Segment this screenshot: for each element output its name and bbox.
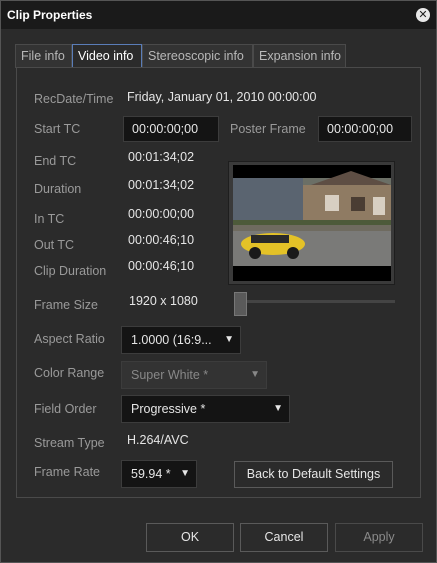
start-tc-field[interactable]: 00:00:00;00 bbox=[123, 116, 219, 142]
tab-expansion-info[interactable]: Expansion info bbox=[253, 44, 346, 68]
stream-type-value: H.264/AVC bbox=[127, 433, 189, 447]
frame-rate-value: 59.94 * bbox=[131, 467, 171, 481]
recdate-label: RecDate/Time bbox=[34, 92, 114, 106]
frame-rate-label: Frame Rate bbox=[34, 465, 100, 479]
clip-duration-label: Clip Duration bbox=[34, 264, 107, 278]
cancel-button[interactable]: Cancel bbox=[240, 523, 328, 552]
in-tc-value: 00:00:00;00 bbox=[128, 207, 195, 221]
chevron-down-icon: ▼ bbox=[224, 334, 234, 345]
end-tc-label: End TC bbox=[34, 154, 77, 168]
duration-label: Duration bbox=[34, 182, 82, 196]
thumbnail-slider-track[interactable] bbox=[234, 300, 395, 303]
title-bar[interactable]: Clip Properties ✕ bbox=[1, 1, 436, 29]
tab-file-info[interactable]: File info bbox=[15, 44, 72, 68]
frame-size-label: Frame Size bbox=[34, 298, 98, 312]
clip-thumbnail bbox=[228, 161, 395, 285]
chevron-down-icon: ▼ bbox=[180, 468, 190, 479]
color-range-label: Color Range bbox=[34, 366, 105, 380]
tab-stereoscopic-info[interactable]: Stereoscopic info bbox=[142, 44, 253, 68]
field-order-value: Progressive * bbox=[131, 402, 206, 416]
field-order-label: Field Order bbox=[34, 402, 97, 416]
dialog-title: Clip Properties bbox=[7, 8, 93, 22]
back-to-default-button[interactable]: Back to Default Settings bbox=[234, 461, 393, 488]
duration-value: 00:01:34;02 bbox=[128, 178, 195, 192]
aspect-ratio-value: 1.0000 (16:9... bbox=[131, 333, 212, 347]
thumbnail-image bbox=[233, 165, 391, 281]
clip-properties-dialog: Clip Properties ✕ File info Video info S… bbox=[0, 0, 437, 563]
recdate-value: Friday, January 01, 2010 00:00:00 bbox=[127, 90, 317, 104]
ok-button[interactable]: OK bbox=[146, 523, 234, 552]
poster-frame-field[interactable]: 00:00:00;00 bbox=[318, 116, 412, 142]
color-range-value: Super White * bbox=[131, 368, 209, 382]
close-icon[interactable]: ✕ bbox=[416, 8, 430, 22]
frame-rate-dropdown[interactable]: 59.94 * ▼ bbox=[121, 460, 197, 488]
clip-duration-value: 00:00:46;10 bbox=[128, 259, 195, 273]
start-tc-label: Start TC bbox=[34, 122, 81, 136]
poster-frame-label: Poster Frame bbox=[230, 122, 306, 136]
field-order-dropdown[interactable]: Progressive * ▼ bbox=[121, 395, 290, 423]
aspect-ratio-dropdown[interactable]: 1.0000 (16:9... ▼ bbox=[121, 326, 241, 354]
in-tc-label: In TC bbox=[34, 212, 65, 226]
apply-button[interactable]: Apply bbox=[335, 523, 423, 552]
end-tc-value: 00:01:34;02 bbox=[128, 150, 195, 164]
tab-video-info[interactable]: Video info bbox=[72, 44, 142, 69]
stream-type-label: Stream Type bbox=[34, 436, 105, 450]
chevron-down-icon: ▼ bbox=[250, 369, 260, 380]
aspect-ratio-label: Aspect Ratio bbox=[34, 332, 105, 346]
out-tc-value: 00:00:46;10 bbox=[128, 233, 195, 247]
frame-size-value: 1920 x 1080 bbox=[129, 294, 198, 308]
chevron-down-icon: ▼ bbox=[273, 403, 283, 414]
color-range-dropdown[interactable]: Super White * ▼ bbox=[121, 361, 267, 389]
thumbnail-frame bbox=[233, 165, 391, 281]
thumbnail-slider-handle[interactable] bbox=[234, 292, 247, 316]
out-tc-label: Out TC bbox=[34, 238, 75, 252]
